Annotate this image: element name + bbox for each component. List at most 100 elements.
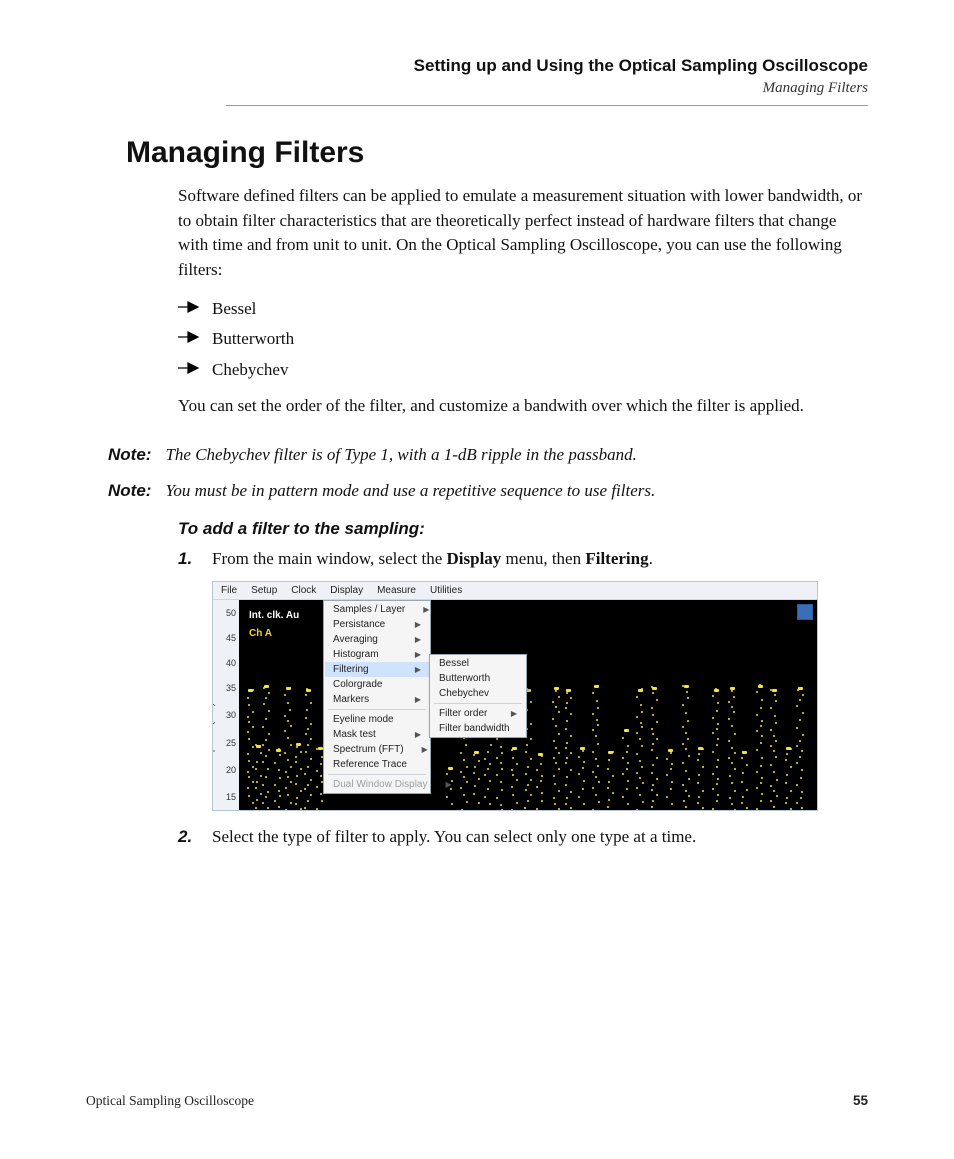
menu-separator — [434, 703, 522, 704]
task-heading: To add a filter to the sampling: — [178, 519, 868, 539]
menu-item-label: Bessel — [439, 658, 469, 669]
note-label: Note: — [108, 445, 151, 465]
menu-item-label: Dual Window Display — [333, 779, 427, 790]
submenu-caret-icon: ▶ — [415, 620, 421, 629]
submenu-caret-icon: ▶ — [415, 665, 421, 674]
menu-item-label: Samples / Layer — [333, 604, 405, 615]
menu-item-label: Spectrum (FFT) — [333, 744, 404, 755]
note-text: The Chebychev filter is of Type 1, with … — [165, 445, 868, 465]
menu-item[interactable]: Spectrum (FFT) ▶ — [325, 742, 429, 757]
screenshot-figure: File Setup Clock Display Measure Utiliti… — [212, 581, 818, 811]
menu-item-label: Averaging — [333, 634, 378, 645]
menu-item[interactable]: Histogram ▶ — [325, 647, 429, 662]
menu-item-label: Markers — [333, 694, 369, 705]
y-tick: 50 — [226, 608, 236, 618]
menu-item[interactable]: Reference Trace — [325, 757, 429, 772]
plot-area: 50 45 40 35 30 25 20 15 power (mW) Int. … — [213, 600, 817, 810]
y-axis-label: power (mW) — [213, 703, 215, 752]
list-item-label: Chebychev — [212, 360, 288, 379]
y-axis: 50 45 40 35 30 25 20 15 — [213, 600, 239, 810]
submenu-caret-icon: ▶ — [415, 730, 421, 739]
page-title: Managing Filters — [126, 136, 868, 170]
y-tick: 35 — [226, 683, 236, 693]
step-number: 1. — [178, 547, 192, 571]
text-run: From the main window, select the — [212, 549, 447, 568]
menu-item-label: Eyeline mode — [333, 714, 394, 725]
list-item: Butterworth — [178, 327, 868, 352]
note-row: Note: The Chebychev filter is of Type 1,… — [108, 445, 868, 465]
menu-item-label: Filter bandwidth — [439, 723, 510, 734]
intro-paragraph: Software defined filters can be applied … — [178, 184, 868, 283]
arrow-icon — [178, 331, 200, 343]
menu-separator — [328, 774, 426, 775]
menu-item[interactable]: Filtering ▶ — [325, 662, 429, 677]
menu-item-label: Filtering — [333, 664, 369, 675]
menu-clock[interactable]: Clock — [291, 585, 316, 596]
arrow-icon — [178, 362, 200, 374]
submenu-caret-icon: ▶ — [423, 605, 429, 614]
menu-item[interactable]: Filter order▶ — [431, 706, 525, 721]
y-tick: 45 — [226, 633, 236, 643]
menu-item-label: Filter order — [439, 708, 487, 719]
overlay-channel: Ch A — [249, 628, 272, 639]
step-number: 2. — [178, 825, 192, 849]
chapter-title: Setting up and Using the Optical Samplin… — [226, 56, 868, 76]
step-item: 1. From the main window, select the Disp… — [178, 547, 868, 571]
menu-item-label: Colorgrade — [333, 679, 382, 690]
y-tick: 25 — [226, 738, 236, 748]
menu-item-label: Reference Trace — [333, 759, 407, 770]
menu-item[interactable]: Markers ▶ — [325, 692, 429, 707]
menu-item-label: Histogram — [333, 649, 379, 660]
menu-item-label: Chebychev — [439, 688, 489, 699]
running-header: Setting up and Using the Optical Samplin… — [226, 56, 868, 106]
menu-item[interactable]: Butterworth — [431, 671, 525, 686]
text-run: . — [649, 549, 653, 568]
section-name: Managing Filters — [226, 80, 868, 97]
arrow-icon — [178, 301, 200, 313]
step-item: 2. Select the type of filter to apply. Y… — [178, 825, 868, 849]
list-item: Bessel — [178, 297, 868, 322]
window-icon[interactable] — [797, 604, 813, 620]
menu-item[interactable]: Mask test▶ — [325, 727, 429, 742]
footer-page-number: 55 — [853, 1093, 868, 1109]
menu-item[interactable]: Colorgrade — [325, 677, 429, 692]
menu-item[interactable]: Samples / Layer ▶ — [325, 602, 429, 617]
y-tick: 40 — [226, 658, 236, 668]
menu-item[interactable]: Bessel — [431, 656, 525, 671]
menu-item[interactable]: Averaging▶ — [325, 632, 429, 647]
menu-item[interactable]: Filter bandwidth — [431, 721, 525, 736]
display-menu-dropdown: Samples / Layer▶Persistance▶Averaging▶Hi… — [323, 600, 431, 794]
y-tick: 15 — [226, 792, 236, 802]
list-item: Chebychev — [178, 358, 868, 383]
menu-item: Dual Window Display▶ — [325, 777, 429, 792]
step-text: From the main window, select the Display… — [212, 549, 653, 568]
menu-item[interactable]: Eyeline mode — [325, 712, 429, 727]
app-menubar: File Setup Clock Display Measure Utiliti… — [213, 582, 817, 600]
submenu-caret-icon: ▶ — [422, 745, 428, 754]
page-footer: Optical Sampling Oscilloscope 55 — [86, 1093, 868, 1109]
y-tick: 30 — [226, 710, 236, 720]
menu-item-label: Persistance — [333, 619, 385, 630]
submenu-caret-icon: ▶ — [415, 695, 421, 704]
text-bold: Display — [447, 549, 502, 568]
submenu-caret-icon: ▶ — [415, 650, 421, 659]
note-row: Note: You must be in pattern mode and us… — [108, 481, 868, 501]
menu-separator — [328, 709, 426, 710]
menu-setup[interactable]: Setup — [251, 585, 277, 596]
note-label: Note: — [108, 481, 151, 501]
menu-item[interactable]: Chebychev — [431, 686, 525, 701]
filter-list: Bessel Butterworth Chebychev — [178, 297, 868, 383]
filtering-submenu: BesselButterworthChebychevFilter order▶F… — [429, 654, 527, 738]
menu-measure[interactable]: Measure — [377, 585, 416, 596]
text-run: menu, then — [501, 549, 585, 568]
menu-display[interactable]: Display — [330, 585, 363, 596]
submenu-caret-icon: ▶ — [445, 780, 451, 789]
overlay-intclk: Int. clk. Au — [249, 610, 299, 621]
menu-item-label: Butterworth — [439, 673, 490, 684]
y-tick: 20 — [226, 765, 236, 775]
menu-item[interactable]: Persistance ▶ — [325, 617, 429, 632]
menu-file[interactable]: File — [221, 585, 237, 596]
step-text: Select the type of filter to apply. You … — [212, 827, 696, 846]
footer-doc-title: Optical Sampling Oscilloscope — [86, 1093, 254, 1109]
menu-utilities[interactable]: Utilities — [430, 585, 462, 596]
